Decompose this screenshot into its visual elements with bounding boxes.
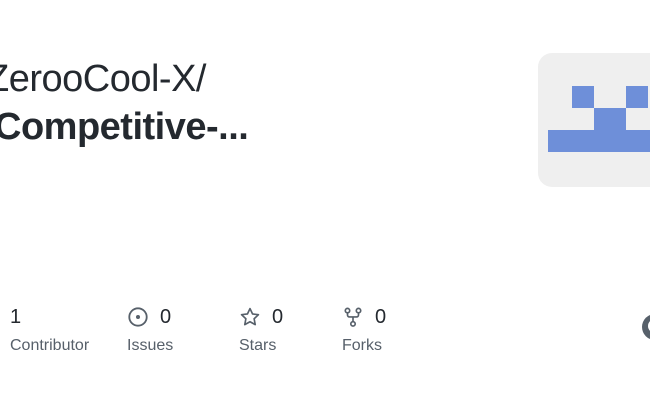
repo-owner: ZerooCool-X/ [0,58,206,100]
star-icon [240,307,260,326]
stat-contributors: 1 Contributor [10,304,89,355]
stat-issues: 0 Issues [127,304,173,355]
stars-label: Stars [239,337,277,354]
github-mark-icon [642,315,650,339]
repo-forked-icon [344,307,362,327]
forks-count: 0 [375,305,387,328]
repo-name: Competitive-... [0,106,249,149]
repo-name-ellipsis: ... [218,106,249,148]
contributors-label: Contributor [10,337,90,354]
stat-forks: 0 Forks [342,304,386,355]
forks-label: Forks [342,337,382,354]
stars-count: 0 [272,305,284,328]
issues-count: 0 [160,305,172,328]
stat-stars: 0 Stars [239,304,283,355]
identicon-icon [548,86,650,152]
repo-social-card: ZerooCool-X/ Competitive-... 1 Contribut… [0,0,650,400]
issue-opened-icon [128,307,148,327]
repo-name-text: Competitive- [0,106,219,148]
owner-avatar [538,53,650,187]
contributors-count: 1 [10,305,22,328]
issues-label: Issues [127,337,174,354]
